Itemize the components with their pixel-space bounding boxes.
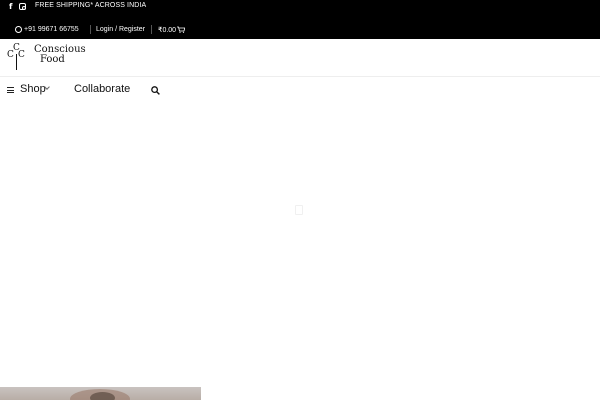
logo-mark: C C C (7, 43, 31, 73)
site-logo[interactable]: C C C Conscious Food (7, 43, 102, 73)
nav-item-collaborate[interactable]: Collaborate (74, 83, 130, 95)
cart-total-link[interactable]: ₹0.00 (158, 26, 176, 34)
hero-image-detail (90, 392, 115, 400)
phone-link[interactable]: +91 99671 66755 (24, 26, 79, 33)
shipping-notice: FREE SHIPPING* ACROSS INDIA (35, 2, 147, 9)
login-register-link[interactable]: Login / Register (96, 26, 145, 33)
divider (90, 25, 91, 34)
divider (151, 25, 152, 34)
facebook-icon[interactable]: f (9, 2, 12, 11)
header: C C C Conscious Food (0, 39, 600, 77)
cart-icon[interactable] (177, 26, 185, 33)
logo-mark-letter: C (7, 50, 14, 60)
logo-line-2: Food (40, 54, 65, 65)
whatsapp-icon (15, 26, 22, 33)
loading-placeholder (295, 205, 303, 215)
logo-mark-letter: C (18, 50, 25, 60)
search-icon[interactable] (151, 86, 160, 95)
main-nav: Shop Collaborate (0, 80, 600, 100)
hero-image (0, 387, 201, 400)
top-bar-row-account: +91 99671 66755 Login / Register ₹0.00 (0, 25, 600, 37)
nav-item-shop[interactable]: Shop (20, 83, 46, 95)
top-bar: f FREE SHIPPING* ACROSS INDIA +91 99671 … (0, 0, 600, 39)
menu-icon[interactable] (7, 87, 14, 93)
logo-text: Conscious Food (34, 45, 86, 65)
logo-mark-bar (16, 54, 17, 70)
instagram-icon[interactable] (19, 3, 26, 10)
top-bar-row-social: f FREE SHIPPING* ACROSS INDIA (0, 0, 600, 14)
